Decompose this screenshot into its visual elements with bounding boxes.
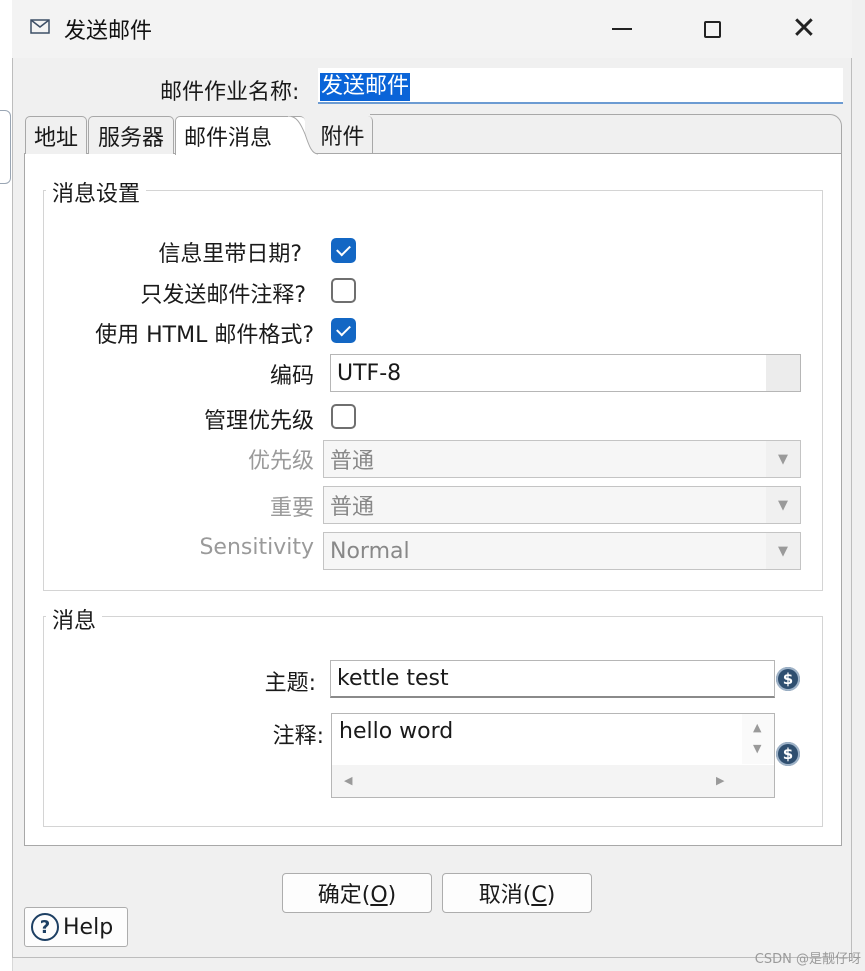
minimize-icon: [612, 28, 632, 30]
scroll-right-icon[interactable]: ▶: [716, 774, 724, 787]
importance-label: 重要: [269, 496, 314, 521]
encoding-label: 编码: [269, 364, 314, 389]
include-date-checkbox[interactable]: [331, 238, 356, 263]
only-comment-label: 只发送邮件注释?: [140, 283, 306, 308]
comment-value: hello word: [339, 719, 454, 744]
close-button[interactable]: ✕: [758, 0, 850, 58]
importance-select[interactable]: 普通 ▼: [323, 486, 801, 524]
comment-label: 注释:: [272, 724, 324, 749]
message-group-title: 消息: [46, 603, 103, 635]
sensitivity-select[interactable]: Normal ▼: [323, 532, 801, 570]
tab-label: 地址: [33, 125, 78, 151]
maximize-icon: [703, 20, 721, 38]
cancel-button[interactable]: 取消(C): [442, 873, 592, 913]
tab-email-message[interactable]: 邮件消息: [175, 116, 305, 155]
tab-attachments[interactable]: 附件: [313, 116, 373, 154]
subject-input[interactable]: kettle test: [330, 660, 775, 698]
checkmark-icon: [336, 321, 351, 337]
sensitivity-label: Sensitivity: [199, 535, 314, 560]
manage-priority-checkbox[interactable]: [331, 404, 356, 429]
tab-label: 附件: [320, 125, 365, 150]
help-button-label: Help: [63, 914, 114, 940]
ok-button-label: 确定(O): [317, 883, 397, 908]
encoding-value: UTF-8: [337, 360, 402, 386]
only-comment-checkbox[interactable]: [331, 278, 356, 303]
horizontal-scrollbar[interactable]: ◀ ▶: [332, 765, 774, 797]
subject-value: kettle test: [337, 666, 449, 691]
job-name-selected-text: 发送邮件: [320, 73, 411, 101]
help-icon: ?: [31, 913, 59, 941]
include-date-label: 信息里带日期?: [158, 242, 302, 267]
encoding-input[interactable]: UTF-8: [330, 354, 801, 392]
help-button[interactable]: ? Help: [24, 907, 128, 947]
variable-dollar-icon[interactable]: $: [776, 667, 800, 691]
comment-textarea[interactable]: hello word ▲ ▼ ◀ ▶: [331, 713, 775, 798]
minimize-button[interactable]: [576, 0, 668, 58]
tab-label: 邮件消息: [184, 126, 273, 151]
priority-select[interactable]: 普通 ▼: [323, 440, 801, 478]
priority-value: 普通: [330, 449, 375, 474]
close-icon: ✕: [791, 11, 817, 46]
encoding-side-button[interactable]: [766, 355, 800, 391]
message-settings-title: 消息设置: [46, 176, 147, 208]
ok-button[interactable]: 确定(O): [282, 873, 432, 913]
tab-address[interactable]: 地址: [25, 116, 87, 154]
use-html-checkbox[interactable]: [331, 318, 356, 343]
chevron-down-icon[interactable]: ▼: [766, 441, 800, 477]
tab-server[interactable]: 服务器: [88, 116, 174, 154]
background-frame: [0, 110, 11, 184]
tab-strip-border: [370, 114, 842, 154]
chevron-down-icon[interactable]: ▼: [766, 533, 800, 569]
manage-priority-label: 管理优先级: [203, 409, 314, 434]
priority-label: 优先级: [247, 449, 314, 474]
window-title: 发送邮件: [64, 19, 153, 44]
checkmark-icon: [336, 241, 351, 257]
scroll-down-icon[interactable]: ▼: [753, 742, 761, 755]
cancel-button-label: 取消(C): [478, 883, 556, 908]
mail-icon: [30, 19, 50, 34]
importance-value: 普通: [330, 495, 375, 520]
job-name-input[interactable]: 发送邮件: [318, 68, 843, 104]
variable-dollar-icon[interactable]: $: [776, 742, 800, 766]
watermark: CSDN @是靓仔呀: [754, 952, 861, 967]
scroll-up-icon[interactable]: ▲: [753, 721, 761, 734]
maximize-button[interactable]: [666, 0, 758, 58]
sensitivity-value: Normal: [330, 538, 410, 564]
job-name-label: 邮件作业名称:: [160, 80, 300, 105]
subject-label: 主题:: [264, 671, 316, 696]
chevron-down-icon[interactable]: ▼: [766, 487, 800, 523]
scroll-left-icon[interactable]: ◀: [344, 774, 352, 787]
tab-label: 服务器: [97, 125, 164, 151]
use-html-label: 使用 HTML 邮件格式?: [95, 323, 314, 348]
vertical-scrollbar[interactable]: ▲ ▼: [742, 714, 774, 764]
